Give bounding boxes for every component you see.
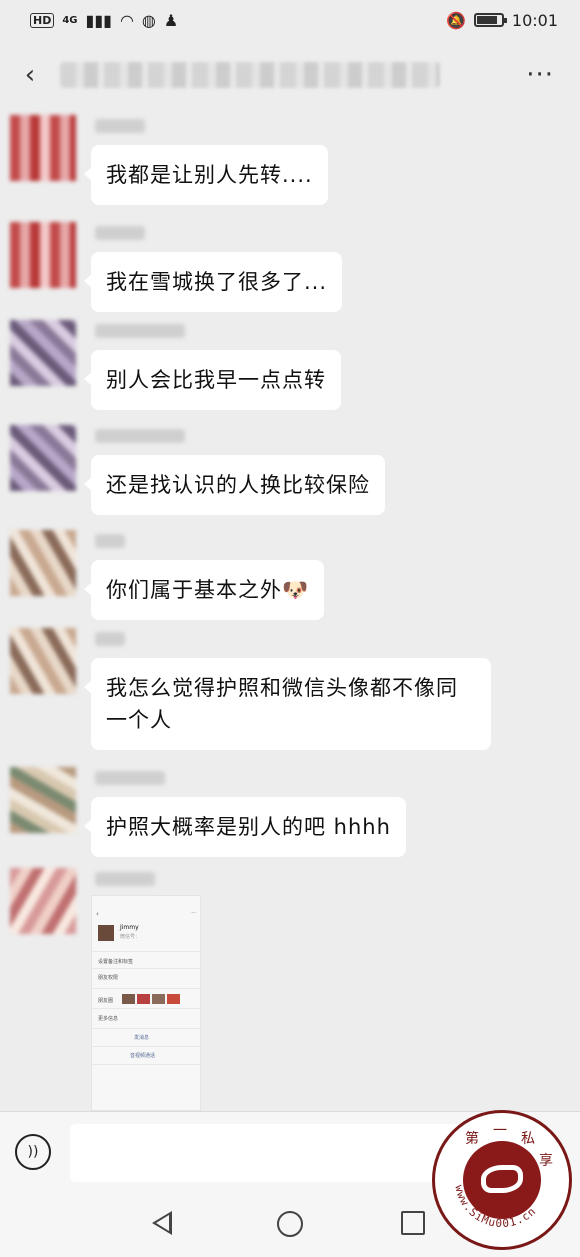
sender-avatar[interactable] (10, 425, 76, 491)
shot-avatar (98, 925, 114, 941)
sender-avatar[interactable] (10, 222, 76, 288)
sender-name-redacted (95, 771, 165, 785)
sender-avatar[interactable] (10, 115, 76, 181)
shared-image[interactable]: ‹ ··· Jimmy 微信号： 设置备注和标签 朋友权限 朋友圈 更多信息 发… (91, 895, 201, 1111)
more-options-icon[interactable]: ··· (526, 62, 554, 88)
message-bubble[interactable]: 你们属于基本之外🐶 (83, 560, 325, 620)
shot-item-remark: 设置备注和标签 (98, 959, 134, 965)
sender-name-redacted (95, 632, 125, 646)
message-bubble[interactable]: 我都是让别人先转.... (84, 145, 328, 205)
wechat-icon: ◍ (141, 10, 156, 30)
message-bubble[interactable]: 别人会比我早一点点转 (84, 350, 341, 410)
wifi-icon: ◠ (119, 10, 134, 30)
watermark-seal: www.SiMu001.cn 第 一 私 享 (432, 1110, 572, 1250)
shot-moment-photo (152, 994, 165, 1004)
clock: 10:01 (511, 10, 558, 30)
shot-profile-name: Jimmy (120, 924, 139, 931)
qq-icon: ♟ (163, 10, 179, 30)
shot-item-perm: 朋友权限 (98, 975, 119, 981)
back-icon[interactable]: ‹ (10, 55, 50, 95)
sender-name-redacted (95, 226, 145, 240)
nav-recent-apps-icon[interactable] (401, 1211, 425, 1235)
sender-name-redacted (95, 429, 185, 443)
shot-item-more: 更多信息 (98, 1016, 119, 1022)
shot-moment-photo (122, 994, 135, 1004)
shot-btn-message: 发消息 (134, 1035, 150, 1041)
message-bubble[interactable]: 我怎么觉得护照和微信头像都不像同一个人 (84, 658, 491, 750)
sender-avatar[interactable] (10, 320, 76, 386)
signal-icon: ▮▮▮ (85, 10, 112, 30)
mute-icon: 🔕 (445, 10, 466, 30)
shot-back-icon: ‹ (96, 910, 99, 918)
sender-avatar[interactable] (10, 628, 76, 694)
shot-moment-photo (167, 994, 180, 1004)
message-bubble[interactable]: 护照大概率是别人的吧 hhhh (84, 797, 406, 857)
message-bubble[interactable]: 我在雪城换了很多了... (83, 252, 343, 312)
chat-title-redacted (60, 62, 440, 88)
svg-text:一: 一 (493, 1123, 507, 1139)
svg-text:第: 第 (465, 1130, 479, 1147)
hd-icon: HD (30, 12, 55, 28)
status-bar: HD 4G ▮▮▮ ◠ ◍ ♟ 🔕 10:01 (0, 0, 580, 40)
chat-title-bar: ‹ ··· (0, 40, 580, 110)
svg-text:私: 私 (521, 1131, 535, 1147)
sender-name-redacted (95, 119, 145, 133)
voice-input-icon[interactable]: )) (15, 1134, 51, 1170)
message-bubble[interactable]: 还是找认识的人换比较保险 (84, 455, 385, 515)
shot-more-icon: ··· (191, 910, 196, 916)
nav-home-icon[interactable] (277, 1211, 303, 1237)
shot-moment-photo (137, 994, 150, 1004)
sender-name-redacted (95, 324, 185, 338)
nav-back-icon[interactable] (152, 1211, 172, 1235)
seal-emblem (463, 1141, 541, 1219)
svg-text:享: 享 (539, 1152, 553, 1169)
sender-avatar[interactable] (10, 767, 76, 833)
sender-name-redacted (95, 534, 125, 548)
message-input[interactable] (70, 1124, 494, 1182)
shot-btn-call: 音视频通话 (130, 1053, 156, 1059)
sender-avatar[interactable] (10, 530, 76, 596)
sender-avatar[interactable] (10, 868, 76, 934)
shot-wechat-id: 微信号： (120, 934, 141, 940)
battery-icon (473, 13, 507, 27)
shot-item-moments: 朋友圈 (98, 998, 114, 1004)
network-label: 4G (62, 14, 78, 26)
sender-name-redacted (95, 872, 155, 886)
